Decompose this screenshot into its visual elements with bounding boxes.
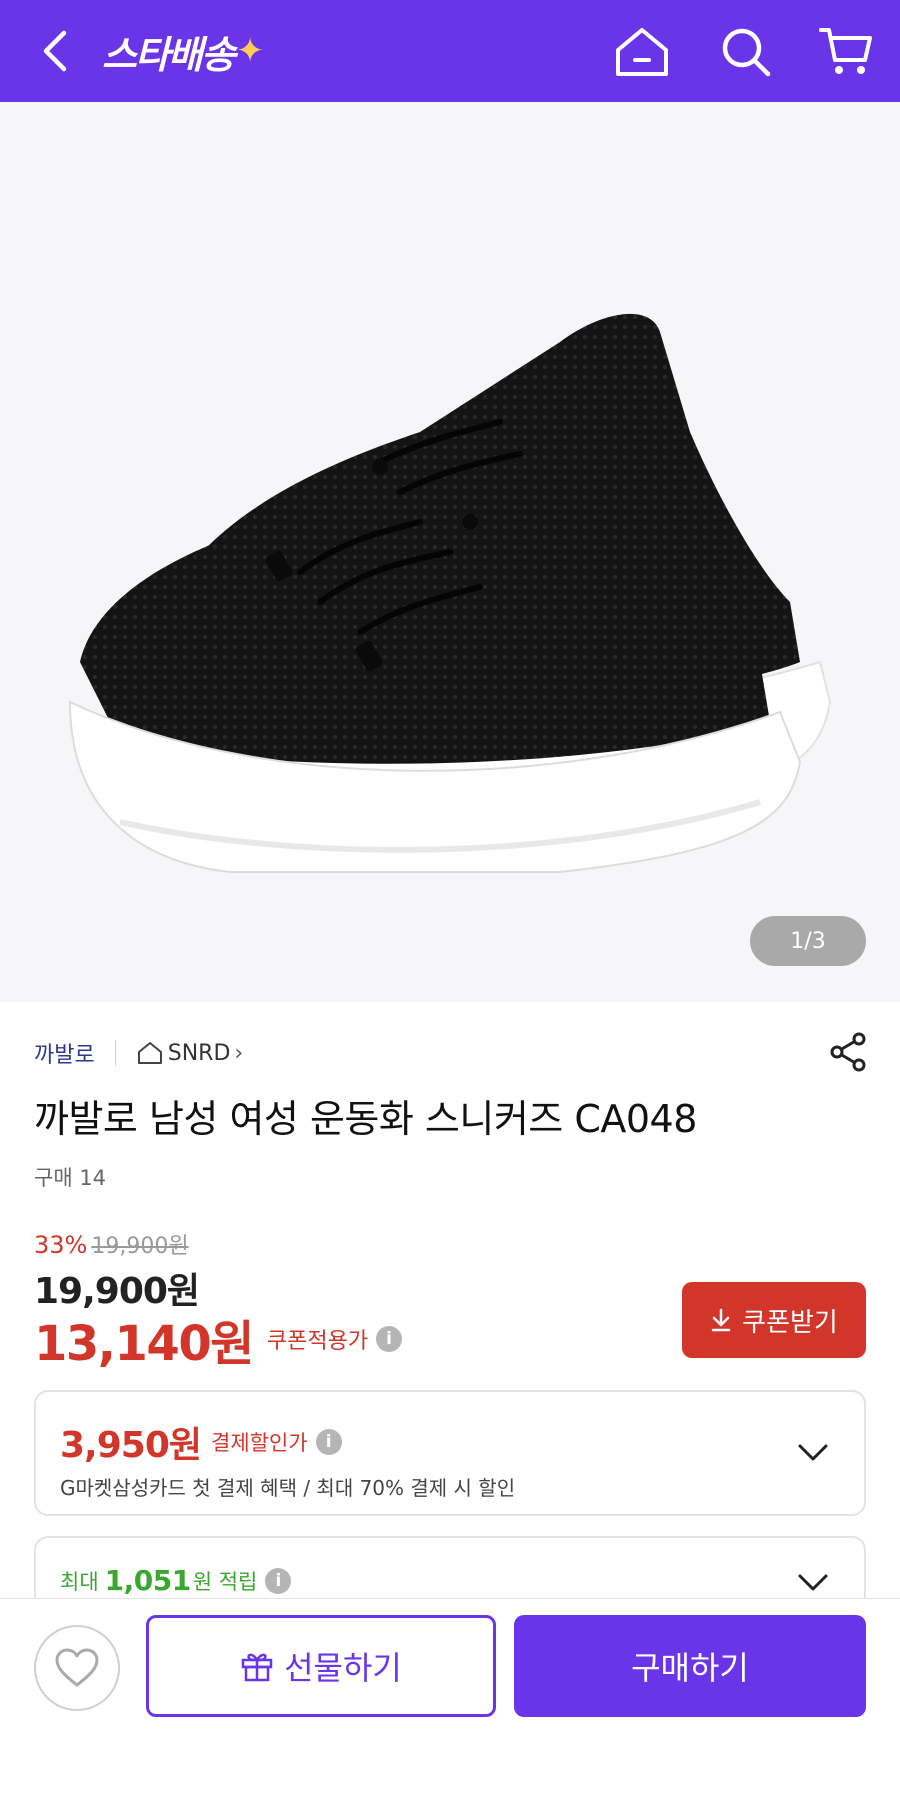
info-icon[interactable]: i — [315, 1429, 342, 1455]
coupon-price: 13,140원 — [34, 1316, 254, 1372]
share-icon — [830, 1032, 866, 1072]
points-prefix: 최대 — [60, 1569, 99, 1594]
wishlist-button[interactable] — [34, 1625, 120, 1711]
coupon-price-label: 쿠폰적용가 — [266, 1329, 369, 1354]
get-coupon-label: 쿠폰받기 — [742, 1307, 838, 1338]
info-icon[interactable]: i — [265, 1567, 292, 1594]
sparkle-icon: ✦ — [235, 31, 264, 71]
discount-row: 33% 19,900원 — [34, 1228, 189, 1260]
back-icon — [43, 30, 67, 72]
logo-text: 스타배송 — [102, 32, 236, 77]
chevron-down-icon[interactable] — [796, 1436, 830, 1470]
original-price: 19,900원 — [91, 1234, 189, 1259]
brand-link[interactable]: 까발로 — [34, 1037, 95, 1069]
get-coupon-button[interactable]: 쿠폰받기 — [682, 1282, 866, 1358]
search-button[interactable] — [716, 22, 776, 82]
gift-icon — [240, 1649, 274, 1683]
search-icon — [722, 28, 771, 77]
bottom-action-bar: 선물하기 구매하기 — [0, 1598, 900, 1808]
cart-icon — [819, 28, 872, 74]
cart-button[interactable] — [816, 22, 876, 82]
download-icon — [710, 1308, 732, 1332]
store-link[interactable]: SNRD › — [136, 1040, 243, 1066]
product-title: 까발로 남성 여성 운동화 스니커즈 CA048 — [34, 1097, 697, 1141]
discount-rate: 33% — [34, 1231, 88, 1259]
payment-discount-card[interactable]: 3,950원 결제할인가 i G마켓삼성카드 첫 결제 혜택 / 최대 70% … — [34, 1390, 866, 1516]
coupon-price-row: 13,140원 쿠폰적용가 i — [34, 1304, 403, 1374]
heart-icon — [55, 1648, 99, 1687]
service-logo[interactable]: 스타배송 ✦ — [102, 22, 264, 80]
info-icon[interactable]: i — [376, 1326, 403, 1352]
store-home-icon — [137, 1042, 162, 1064]
purchase-count: 구매 14 — [34, 1166, 107, 1190]
points-suffix: 원 적립 — [192, 1569, 258, 1594]
divider — [114, 1040, 116, 1066]
top-app-bar: 스타배송 ✦ — [0, 0, 900, 102]
chevron-right-icon: › — [234, 1040, 244, 1066]
back-button[interactable] — [30, 26, 80, 76]
buy-button[interactable]: 구매하기 — [514, 1615, 866, 1717]
chevron-down-icon[interactable] — [796, 1566, 830, 1600]
product-image — [68, 313, 832, 873]
payment-discount-label: 결제할인가 — [211, 1431, 308, 1455]
product-image-gallery[interactable]: 1/3 — [0, 102, 900, 1002]
image-counter: 1/3 — [750, 916, 866, 966]
points-amount: 1,051 — [104, 1564, 192, 1597]
brand-row: 까발로 SNRD › — [34, 1032, 870, 1072]
home-button[interactable] — [612, 22, 672, 82]
share-button[interactable] — [826, 1030, 870, 1074]
home-icon — [616, 28, 668, 76]
payment-discount-desc: G마켓삼성카드 첫 결제 혜택 / 최대 70% 결제 시 할인 — [60, 1476, 516, 1500]
gift-button[interactable]: 선물하기 — [146, 1615, 496, 1717]
payment-discount-amount: 3,950원 — [60, 1425, 202, 1466]
gift-label: 선물하기 — [284, 1649, 402, 1687]
buy-label: 구매하기 — [631, 1649, 749, 1687]
store-name: SNRD — [167, 1040, 231, 1066]
